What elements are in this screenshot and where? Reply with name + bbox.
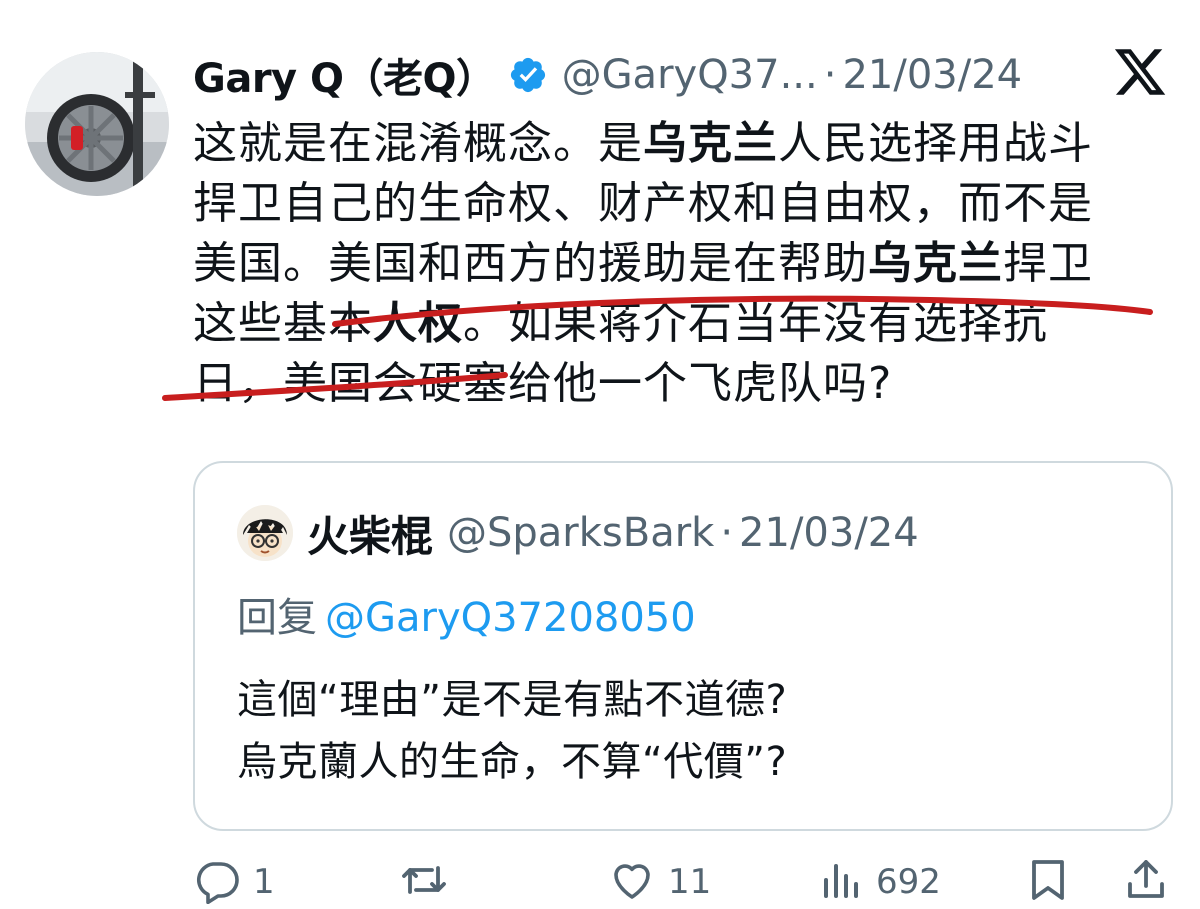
tweet-page: Gary Q（老Q） @GaryQ37... · 21/03/24 这就是在混淆… (0, 0, 1200, 909)
share-icon (1122, 856, 1170, 908)
bold-text: 乌克兰 (868, 238, 1003, 289)
tweet-text: 这就是在混淆概念。是乌克兰人民选择用战斗 捍卫自己的生命权、财产权和自由权，而不… (193, 114, 1183, 414)
bookmark-button[interactable] (1024, 854, 1072, 909)
text-segment: 捍卫 (1003, 238, 1093, 289)
quote-author-name[interactable]: 火柴棍 (307, 503, 433, 564)
reply-mention-link[interactable]: @GaryQ37208050 (325, 595, 696, 641)
like-count: 11 (668, 862, 712, 902)
reply-context: 回复 @GaryQ37208050 (237, 585, 696, 643)
text-segment: 人民选择用战斗 (778, 118, 1093, 169)
text-segment: 美国。美国和西方的援助是在帮助 (193, 238, 868, 289)
quote-author-handle[interactable]: @SparksBark (447, 510, 714, 556)
text-segment: 这些基本 (193, 298, 373, 349)
tweet-line: 这些基本人权。如果蒋介石当年没有选择抗 (193, 294, 1183, 354)
reply-count: 1 (253, 862, 275, 902)
tweet-line: 捍卫自己的生命权、财产权和自由权，而不是 (193, 178, 1093, 229)
bold-text: 乌克兰 (643, 118, 778, 169)
quoted-tweet-card[interactable]: 火柴棍 @SparksBark · 21/03/24 回复 @GaryQ37208… (193, 461, 1173, 831)
like-button[interactable]: 11 (608, 854, 711, 909)
share-button[interactable] (1122, 854, 1170, 909)
author-avatar[interactable] (25, 52, 169, 196)
tweet-line: 美国。美国和西方的援助是在帮助乌克兰捍卫 (193, 234, 1183, 294)
quote-header: 火柴棍 @SparksBark · 21/03/24 (307, 503, 919, 563)
text-segment: 。如果蒋介石当年没有选择抗 (463, 298, 1048, 349)
quote-separator: · (720, 510, 734, 556)
tweet-date[interactable]: 21/03/24 (842, 52, 1022, 98)
tweet-line: 日，美国会硬塞给他一个飞虎队吗? (193, 358, 893, 409)
views-count: 692 (876, 862, 941, 902)
bookmark-icon (1024, 856, 1072, 908)
quote-body: 這個“理由”是不是有點不道德? 烏克蘭人的生命，不算“代價”? (237, 669, 787, 793)
text-segment: 这就是在混淆概念。是 (193, 118, 643, 169)
reply-icon (193, 856, 241, 908)
author-name[interactable]: Gary Q（老Q） (193, 46, 496, 104)
quote-line: 這個“理由”是不是有點不道德? (237, 677, 788, 723)
reply-button[interactable]: 1 (193, 854, 275, 909)
quote-author-avatar[interactable] (237, 505, 293, 561)
views-icon (816, 856, 864, 908)
views-button[interactable]: 692 (816, 854, 941, 909)
header-separator: · (823, 52, 837, 98)
action-bar: 1 11 692 (0, 854, 1200, 909)
bold-text: 人权 (373, 298, 463, 349)
reply-label: 回复 (237, 595, 317, 641)
quote-line: 烏克蘭人的生命，不算“代價”? (237, 739, 788, 785)
retweet-button[interactable] (400, 854, 460, 909)
author-handle[interactable]: @GaryQ37... (562, 52, 818, 98)
verified-badge-icon[interactable] (508, 55, 548, 95)
heart-icon (608, 856, 656, 908)
x-logo-icon[interactable] (1112, 44, 1168, 100)
tweet-line: 这就是在混淆概念。是乌克兰人民选择用战斗 (193, 114, 1183, 174)
cartoon-avatar (237, 505, 293, 561)
car-wheel-photo (25, 52, 169, 196)
retweet-icon (400, 856, 448, 908)
tweet-header: Gary Q（老Q） @GaryQ37... · 21/03/24 (193, 44, 1022, 106)
quote-date[interactable]: 21/03/24 (739, 510, 919, 556)
